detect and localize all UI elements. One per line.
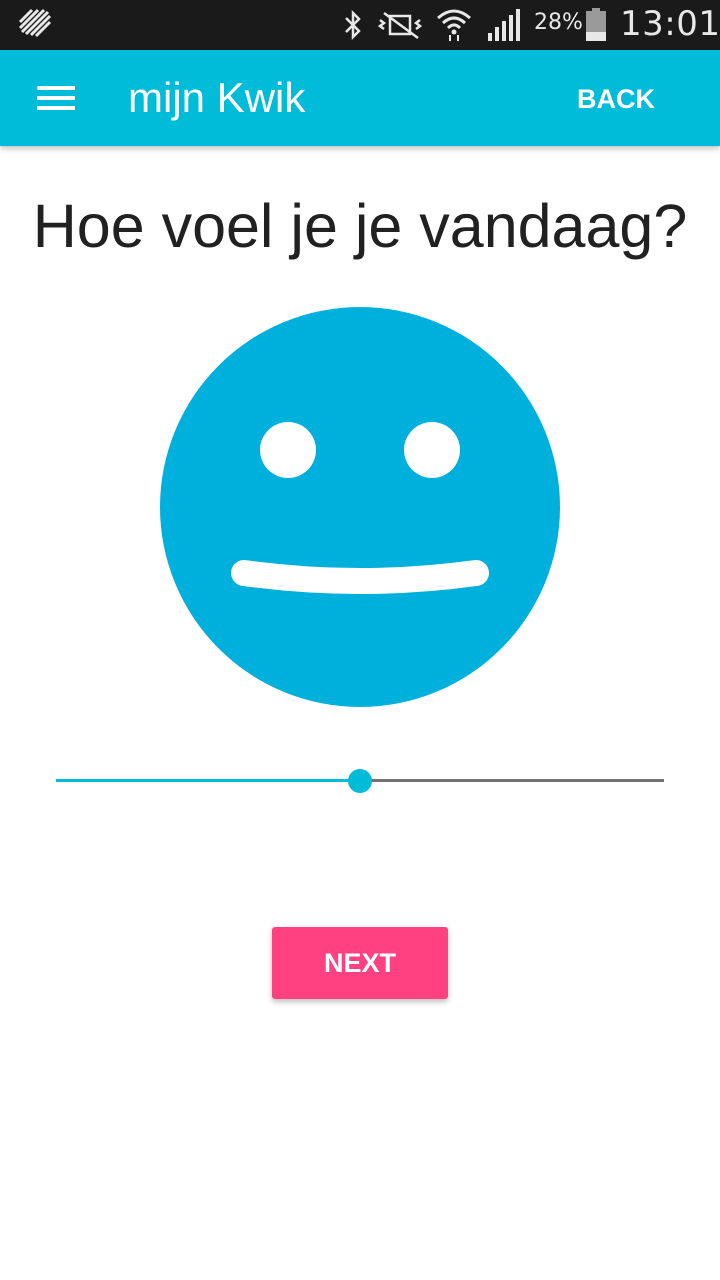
app-title: mijn Kwik [128, 74, 306, 121]
mute-vibrate-icon [378, 11, 422, 40]
app-bar: mijn Kwik BACK [0, 50, 720, 146]
next-button[interactable]: NEXT [272, 927, 448, 999]
status-icons [342, 8, 520, 42]
status-time: 13:01 [620, 4, 720, 44]
mood-question: Hoe voel je je vandaag? [32, 192, 688, 260]
slider-fill [56, 779, 360, 782]
slider-thumb[interactable] [348, 769, 372, 793]
battery-percent: 28% [534, 10, 583, 35]
smiley-face-icon [160, 307, 560, 707]
bluetooth-icon [345, 10, 361, 40]
notification-icon [18, 8, 54, 42]
hamburger-menu-icon [37, 86, 75, 110]
signal-icon [488, 9, 520, 41]
menu-button[interactable] [30, 72, 82, 124]
wifi-icon [437, 9, 471, 41]
back-button[interactable]: BACK [566, 74, 666, 124]
status-bar: 28% 13:01 [0, 0, 720, 50]
battery-icon [585, 8, 607, 42]
mood-slider[interactable] [56, 760, 664, 800]
